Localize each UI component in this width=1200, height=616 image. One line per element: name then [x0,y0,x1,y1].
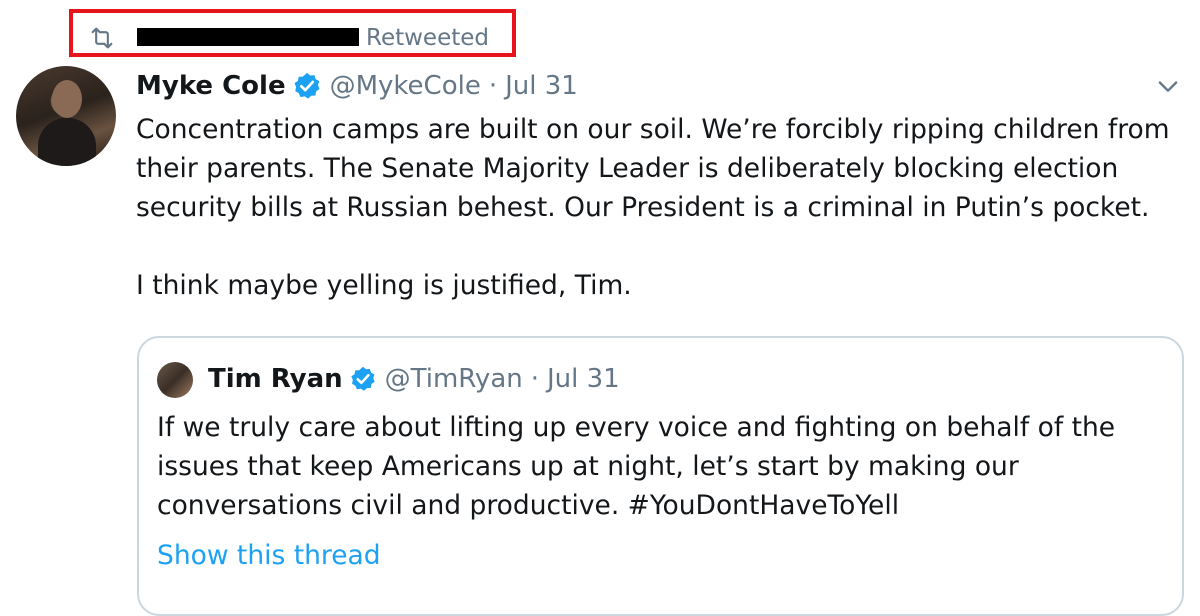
author-name[interactable]: Myke Cole [136,71,286,101]
author-handle[interactable]: @MykeCole [330,71,481,101]
quoted-tweet-date[interactable]: Jul 31 [547,364,620,394]
tweet-header: Myke Cole @MykeCole · Jul 31 [136,68,578,104]
verified-badge-icon [350,366,375,391]
quoted-tweet-line: issues that keep Americans up at night, … [157,451,1019,482]
meta-separator: · [530,364,539,394]
tweet-line: security bills at Russian behest. Our Pr… [136,192,1150,223]
quoted-tweet-body: If we truly care about lifting up every … [157,408,1172,525]
tweet-line: Concentration camps are built on our soi… [136,114,1170,145]
quoted-avatar[interactable] [157,362,193,398]
verified-badge-icon [294,72,320,99]
avatar-figure [38,118,96,166]
tweet-date[interactable]: Jul 31 [505,71,578,101]
redacted-username [137,28,359,46]
show-thread-link[interactable]: Show this thread [157,536,381,575]
meta-separator: · [488,71,498,101]
chevron-down-icon[interactable] [1154,72,1182,100]
quoted-tweet-line: conversations civil and productive. #You… [157,490,900,521]
quoted-tweet-line: If we truly care about lifting up every … [157,412,1116,443]
tweet-line: I think maybe yelling is justified, Tim. [136,270,632,301]
avatar[interactable] [16,66,116,166]
retweet-icon [91,27,113,49]
retweeted-label: Retweeted [366,25,489,51]
quoted-author-handle[interactable]: @TimRyan [385,364,523,394]
quoted-author-name[interactable]: Tim Ryan [208,364,343,394]
avatar-head [52,80,82,118]
tweet-body: Concentration camps are built on our soi… [136,110,1191,305]
tweet-line: their parents. The Senate Majority Leade… [136,153,1119,184]
quoted-tweet-header: Tim Ryan @TimRyan · Jul 31 [208,361,620,397]
